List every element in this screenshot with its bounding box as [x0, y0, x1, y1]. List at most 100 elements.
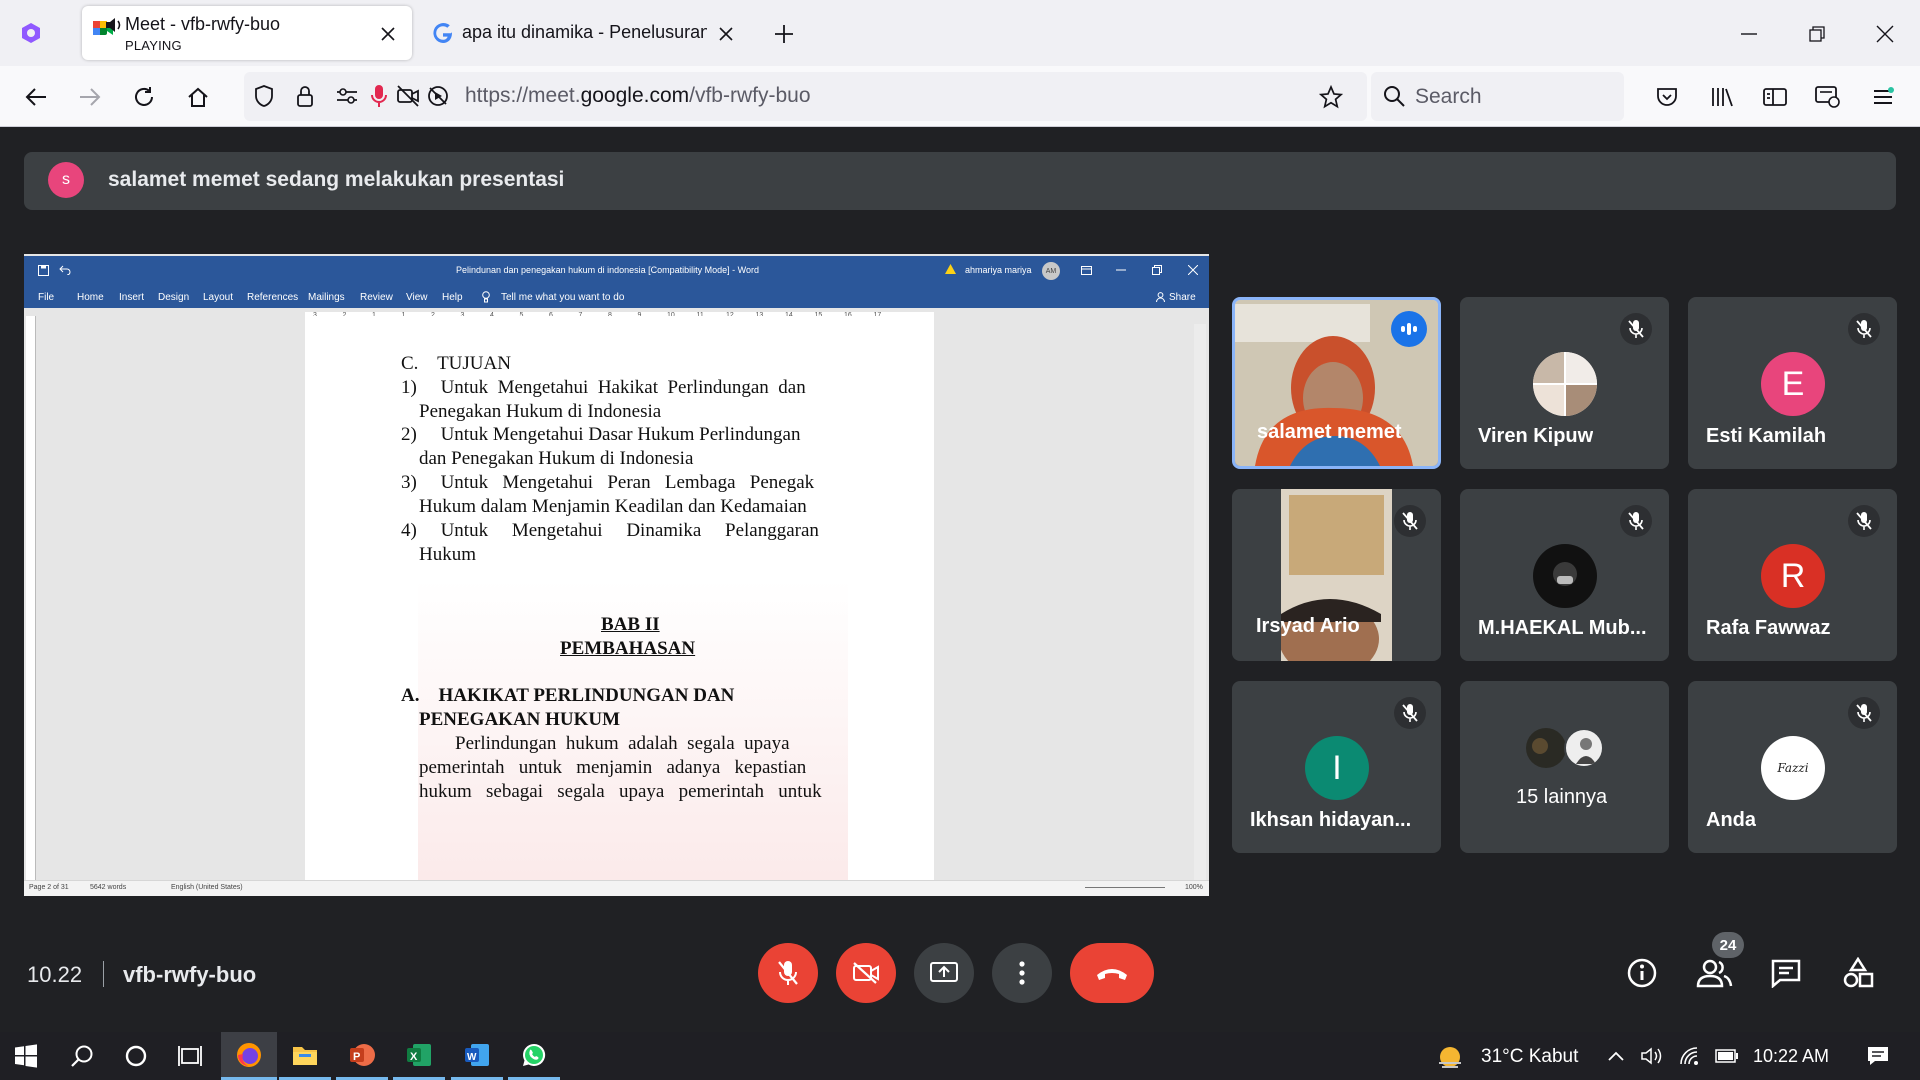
word-restore-icon [1150, 263, 1164, 277]
new-tab-icon[interactable] [770, 20, 798, 48]
people-button[interactable] [1693, 952, 1735, 994]
whatsapp-icon[interactable] [508, 1032, 560, 1080]
camera-off-icon[interactable] [394, 82, 422, 110]
word-ribbon-references: References [247, 292, 299, 303]
url-text[interactable]: https://meet.google.com/vfb-rwfy-buo [465, 84, 811, 108]
document-line: Penegakan Hukum di Indonesia [419, 401, 662, 422]
permissions-icon[interactable] [334, 82, 360, 110]
more-options-button[interactable] [992, 943, 1052, 1003]
powerpoint-icon[interactable]: P [336, 1032, 388, 1080]
activities-button[interactable] [1837, 952, 1879, 994]
sidebar-icon[interactable] [1760, 82, 1790, 112]
word-share: Share [1169, 292, 1196, 303]
participant-letter-avatar: E [1761, 352, 1825, 416]
reload-icon[interactable] [128, 82, 160, 112]
shield-icon[interactable] [250, 82, 278, 110]
microphone-icon[interactable] [366, 82, 392, 110]
speaking-indicator-icon [1391, 311, 1427, 347]
word-word-count: 5642 words [90, 884, 127, 891]
autoplay-blocked-icon[interactable] [424, 82, 452, 110]
meeting-details-button[interactable] [1621, 952, 1663, 994]
url-domain: google.com [580, 84, 690, 107]
url-prefix: https://meet. [465, 84, 581, 107]
restore-icon[interactable] [1802, 20, 1832, 48]
participant-letter-avatar: R [1761, 544, 1825, 608]
back-icon[interactable] [20, 82, 52, 112]
excel-icon[interactable]: X [393, 1032, 445, 1080]
others-avatar-1 [1526, 728, 1566, 768]
document-line: 1) Untuk Mengetahui Hakikat Perlindungan… [401, 377, 806, 398]
document-line: Hukum [419, 544, 476, 565]
document-line: PEMBAHASAN [560, 638, 696, 659]
wifi-icon[interactable] [1676, 1032, 1704, 1080]
pocket-icon[interactable] [1652, 82, 1682, 112]
close-tab-icon[interactable] [714, 22, 738, 46]
chat-button[interactable] [1765, 952, 1807, 994]
notifications-icon[interactable] [1858, 1032, 1898, 1080]
presenter-avatar: s [48, 162, 84, 198]
search-placeholder: Search [1415, 85, 1482, 108]
bookmark-star-icon[interactable] [1316, 82, 1346, 112]
synced-tabs-icon[interactable] [1813, 82, 1843, 112]
firefox-icon[interactable] [221, 1032, 277, 1080]
clock[interactable]: 10:22 AM [1753, 1046, 1829, 1067]
cortana-icon[interactable] [110, 1032, 162, 1080]
participant-name: Irsyad Ario [1256, 615, 1360, 637]
weather-icon[interactable] [1432, 1032, 1468, 1080]
word-save-icon [36, 263, 50, 277]
camera-toggle-button[interactable] [836, 943, 896, 1003]
document-line: Hukum dalam Menjamin Keadilan dan Kedama… [419, 496, 807, 517]
mic-off-icon [1620, 313, 1652, 345]
volume-icon[interactable] [1638, 1032, 1666, 1080]
word-icon[interactable]: W [451, 1032, 503, 1080]
mic-toggle-button[interactable] [758, 943, 818, 1003]
search-icon[interactable] [56, 1032, 108, 1080]
close-window-icon[interactable] [1870, 20, 1900, 48]
participant-name: Esti Kamilah [1706, 425, 1827, 447]
forward-icon[interactable] [74, 82, 106, 112]
participant-letter-avatar: I [1305, 736, 1369, 800]
library-icon[interactable] [1707, 82, 1737, 112]
task-view-icon[interactable] [164, 1032, 216, 1080]
minimize-icon[interactable] [1734, 20, 1764, 48]
word-zoom-slider [1085, 887, 1165, 888]
participant-name: M.HAEKAL Mub... [1478, 617, 1647, 639]
leave-call-button[interactable] [1070, 943, 1154, 1003]
mic-off-icon [1848, 505, 1880, 537]
mic-off-icon [1394, 697, 1426, 729]
home-icon[interactable] [182, 82, 214, 112]
search-bar[interactable] [1371, 72, 1624, 121]
word-ribbon-design: Design [158, 292, 190, 303]
others-count: 15 lainnya [1516, 786, 1608, 808]
extensions-icon[interactable] [16, 18, 46, 48]
participant-name: Anda [1706, 809, 1756, 831]
participant-tile-others[interactable] [1460, 681, 1669, 853]
tab-title: apa itu dinamika - Penelusuran Google [462, 22, 707, 42]
word-user-name: ahmariya mariya [965, 265, 1032, 275]
battery-icon[interactable] [1712, 1032, 1742, 1080]
close-tab-icon[interactable] [376, 22, 400, 46]
mic-off-icon [1620, 505, 1652, 537]
present-screen-button[interactable] [914, 943, 974, 1003]
word-zoom-level: 100% [1185, 884, 1203, 891]
participant-avatar-photo [1533, 544, 1597, 608]
lock-icon[interactable] [292, 82, 318, 110]
participant-name: Rafa Fawwaz [1706, 617, 1831, 639]
weather-text[interactable]: 31°C Kabut [1481, 1046, 1578, 1068]
file-explorer-icon[interactable] [279, 1032, 331, 1080]
speaker-playing-icon[interactable] [105, 16, 123, 34]
document-line: 3) Untuk Mengetahui Peran Lembaga Penega… [401, 472, 815, 493]
menu-icon[interactable] [1868, 82, 1898, 112]
mic-off-icon [1848, 697, 1880, 729]
presentation-banner-text: salamet memet sedang melakukan presentas… [108, 168, 565, 191]
word-tell-me: Tell me what you want to do [501, 292, 625, 303]
meeting-code: vfb-rwfy-buo [123, 962, 257, 987]
tab-title: Meet - vfb-rwfy-buo [125, 14, 281, 34]
participant-avatar-photo [1533, 352, 1597, 416]
show-hidden-icons-icon[interactable] [1604, 1032, 1628, 1080]
windows-start-icon[interactable] [0, 1032, 52, 1080]
participant-name: salamet memet [1257, 421, 1402, 443]
vertical-scrollbar [1194, 324, 1206, 880]
word-page-count: Page 2 of 31 [29, 884, 69, 891]
people-count-badge: 24 [1712, 932, 1744, 958]
